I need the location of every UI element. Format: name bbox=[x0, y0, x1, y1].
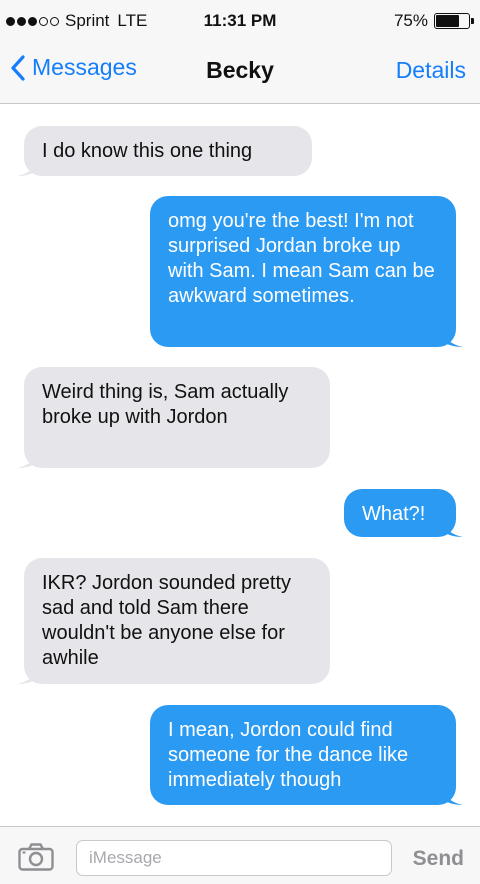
message-text: What?! bbox=[362, 503, 426, 525]
battery-icon bbox=[434, 13, 474, 29]
compose-bar: Send bbox=[0, 826, 480, 884]
battery-tip bbox=[471, 18, 474, 24]
message-text: Weird thing is, Sam actually broke up wi… bbox=[42, 381, 289, 428]
sent-message[interactable]: omg you're the best! I'm not surprised J… bbox=[150, 196, 463, 347]
message-thread[interactable]: I do know this one thing omg you're the … bbox=[0, 105, 480, 825]
message-text: I do know this one thing bbox=[42, 140, 253, 162]
battery-level-fill bbox=[436, 15, 459, 27]
bubble-tail bbox=[443, 517, 463, 537]
navigation-bar: Messages Becky Details bbox=[0, 40, 480, 104]
message-text: omg you're the best! I'm not surprised J… bbox=[168, 210, 435, 307]
camera-button[interactable] bbox=[18, 843, 54, 876]
status-bar: Sprint LTE 11:31 PM 75% bbox=[0, 0, 480, 40]
battery-percentage: 75% bbox=[393, 11, 428, 30]
message-text: I mean, Jordon could find someone for th… bbox=[168, 719, 409, 791]
sent-message[interactable]: I mean, Jordon could find someone for th… bbox=[150, 705, 463, 805]
details-button[interactable]: Details bbox=[396, 57, 466, 84]
status-right: 75% bbox=[393, 11, 474, 31]
sent-message[interactable]: What?! bbox=[344, 489, 463, 537]
bubble-tail bbox=[17, 448, 37, 468]
message-text: IKR? Jordon sounded pretty sad and told … bbox=[42, 572, 292, 669]
camera-icon bbox=[18, 843, 54, 871]
received-message[interactable]: IKR? Jordon sounded pretty sad and told … bbox=[17, 558, 330, 684]
bubble-tail bbox=[17, 156, 37, 176]
received-message[interactable]: I do know this one thing bbox=[17, 126, 312, 176]
send-button[interactable]: Send bbox=[413, 847, 464, 871]
bubble-tail bbox=[443, 785, 463, 805]
imessage-input[interactable] bbox=[76, 840, 392, 876]
received-message[interactable]: Weird thing is, Sam actually broke up wi… bbox=[17, 367, 330, 468]
bubble-tail bbox=[443, 327, 463, 347]
messages-screen: Sprint LTE 11:31 PM 75% Messages Becky D… bbox=[0, 0, 480, 884]
bubble-tail bbox=[17, 664, 37, 684]
